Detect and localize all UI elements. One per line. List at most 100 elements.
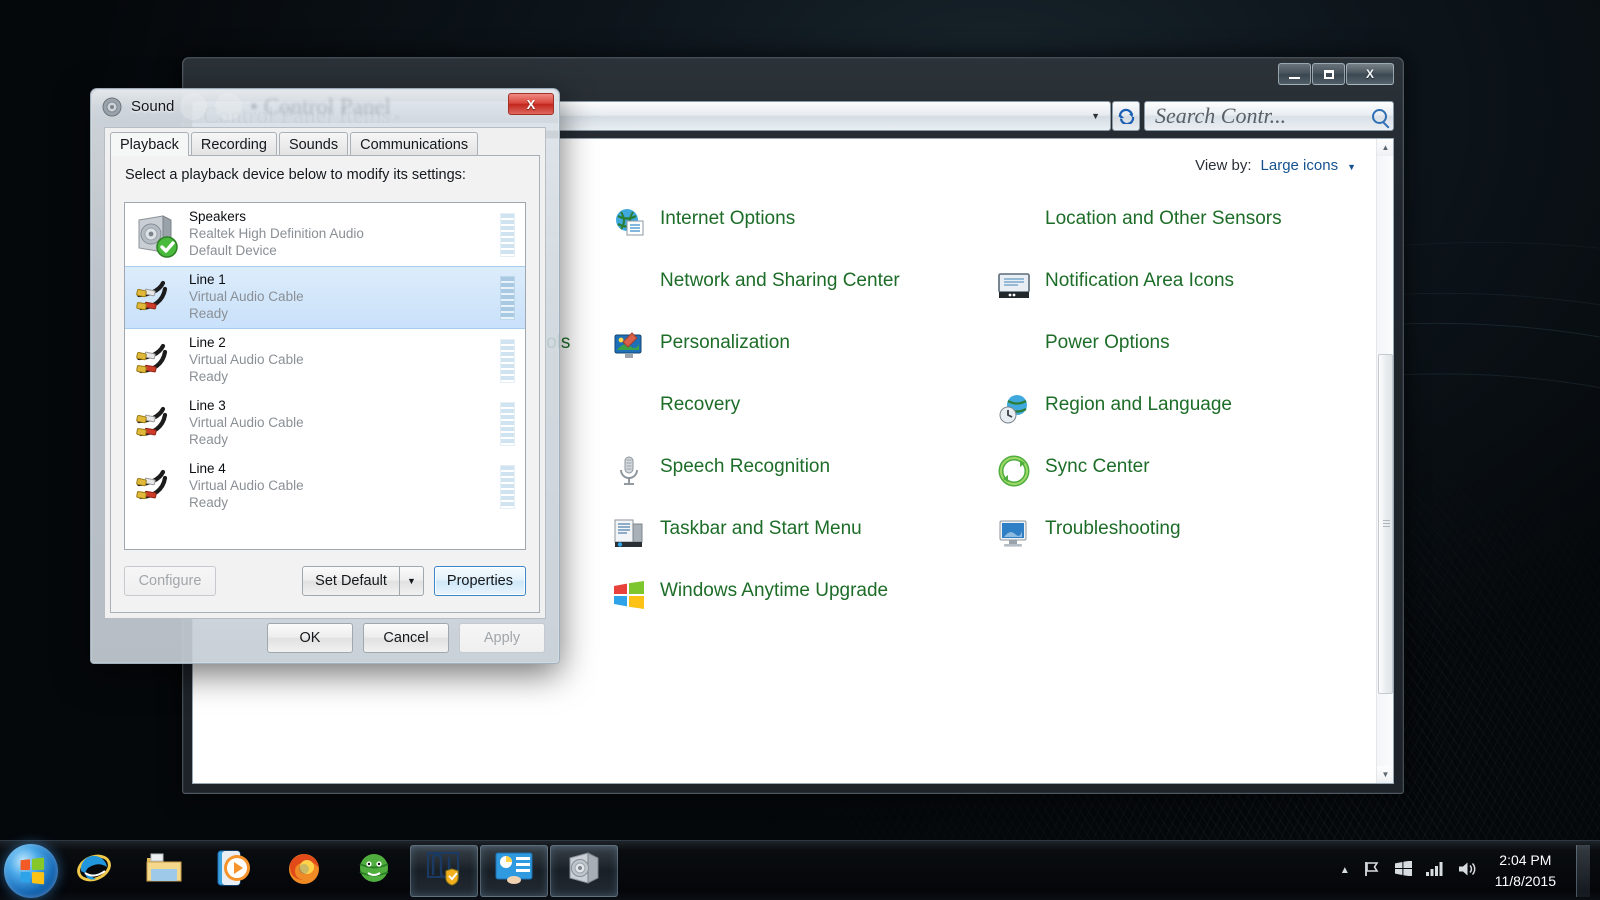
sound-dialog-title: Sound	[131, 98, 174, 115]
playback-device-row[interactable]: Line 3Virtual Audio CableReady	[125, 392, 525, 455]
chevron-down-icon[interactable]: ▼	[1347, 162, 1356, 172]
device-status: Ready	[189, 369, 500, 386]
device-status: Ready	[189, 306, 500, 323]
control-panel-item[interactable]: Recovery	[606, 381, 981, 443]
view-by-value[interactable]: Large icons	[1261, 157, 1339, 174]
search-value[interactable]: Search Contr...	[1155, 103, 1368, 129]
flag-icon[interactable]	[1364, 861, 1381, 881]
control-panel-item[interactable]: Sync Center	[991, 443, 1366, 505]
start-button[interactable]	[4, 844, 58, 898]
playback-device-row[interactable]: Line 4Virtual Audio CableReady	[125, 455, 525, 518]
device-driver: Virtual Audio Cable	[189, 478, 500, 495]
control-panel-item[interactable]: Taskbar and Start Menu	[606, 505, 981, 567]
device-text: Line 2Virtual Audio CableReady	[189, 335, 500, 386]
volume-meter	[500, 402, 515, 446]
set-default-dropdown-arrow-icon[interactable]: ▼	[400, 566, 424, 596]
control-panel-item-label: Personalization	[660, 328, 790, 354]
taskbar-button[interactable]	[340, 845, 408, 897]
chevron-down-icon[interactable]: ▼	[1085, 111, 1106, 121]
control-panel-item[interactable]: Speech Recognition	[606, 443, 981, 505]
firefox-icon[interactable]	[285, 849, 323, 892]
clock-time: 2:04 PM	[1495, 850, 1556, 870]
search-icon[interactable]	[1372, 109, 1387, 124]
control-panel-item-label: Region and Language	[1045, 390, 1232, 416]
tab-playback[interactable]: Playback	[110, 132, 189, 156]
taskbar-button[interactable]	[60, 845, 128, 897]
control-panel-item[interactable]: Troubleshooting	[991, 505, 1366, 567]
clock[interactable]: 2:04 PM 11/8/2015	[1491, 850, 1556, 891]
control-panel-item[interactable]: Region and Language	[991, 381, 1366, 443]
search-input[interactable]: Search Contr...	[1144, 101, 1394, 131]
taskbar-button[interactable]	[480, 845, 548, 897]
tab-recording[interactable]: Recording	[191, 132, 277, 156]
notification-area-icon	[997, 268, 1031, 302]
apply-button[interactable]: Apply	[459, 623, 545, 653]
view-by-control[interactable]: View by: Large icons ▼	[1195, 157, 1356, 174]
playback-device-row[interactable]: Line 1Virtual Audio CableReady	[125, 266, 525, 329]
volume-meter	[500, 276, 515, 320]
sound-dialog-titlebar[interactable]: Sound • Control Panel X	[92, 90, 558, 123]
sound-dialog[interactable]: Sound • Control Panel X PlaybackRecordin…	[90, 88, 560, 664]
taskbar[interactable]: ▲ 2:04 PM 11/8/2015	[0, 840, 1600, 900]
sound-dialog-icon[interactable]	[564, 850, 604, 891]
playback-device-row[interactable]: SpeakersRealtek High Definition AudioDef…	[125, 203, 525, 266]
cancel-button[interactable]: Cancel	[363, 623, 449, 653]
sound-dialog-close-button[interactable]: X	[508, 93, 554, 115]
signal-bars-icon[interactable]	[1426, 861, 1444, 880]
playback-device-list[interactable]: SpeakersRealtek High Definition AudioDef…	[124, 202, 526, 550]
speaker-icon	[102, 97, 122, 117]
control-panel-item[interactable]: Network and Sharing Center	[606, 257, 981, 319]
vertical-scrollbar[interactable]: ▲ ▼	[1376, 139, 1393, 783]
control-panel-item[interactable]: Notification Area Icons	[991, 257, 1366, 319]
system-tray[interactable]: ▲ 2:04 PM 11/8/2015	[1340, 845, 1600, 897]
taskbar-button[interactable]	[130, 845, 198, 897]
windows-anytime-upgrade-icon	[612, 578, 646, 612]
playback-device-row[interactable]: Line 2Virtual Audio CableReady	[125, 329, 525, 392]
tab-sounds[interactable]: Sounds	[279, 132, 348, 156]
taskbar-button[interactable]	[200, 845, 268, 897]
windows-logo-icon	[21, 857, 45, 884]
show-hidden-icons-button[interactable]: ▲	[1340, 865, 1350, 876]
control-panel-item-label: Power Options	[1045, 328, 1170, 354]
volume-icon[interactable]	[1458, 861, 1477, 881]
set-default-button[interactable]: Set Default	[302, 566, 400, 596]
device-status: Default Device	[189, 243, 500, 260]
properties-button[interactable]: Properties	[434, 566, 526, 596]
speaker-device-icon	[133, 212, 179, 258]
scroll-up-arrow-icon[interactable]: ▲	[1377, 139, 1394, 156]
region-language-icon	[997, 392, 1031, 426]
control-panel-item[interactable]: Location and Other Sensors	[991, 195, 1366, 257]
taskbar-button[interactable]	[550, 845, 618, 897]
taskbar-items	[58, 845, 618, 897]
configure-button[interactable]: Configure	[124, 566, 216, 596]
app-globe-icon[interactable]	[356, 850, 392, 891]
taskbar-button[interactable]	[410, 845, 478, 897]
control-panel-item[interactable]: Power Options	[991, 319, 1366, 381]
control-panel-icon[interactable]	[494, 851, 534, 890]
windows-media-player-icon[interactable]	[216, 849, 252, 892]
refresh-icon[interactable]	[1112, 101, 1140, 131]
show-desktop-button[interactable]	[1576, 845, 1590, 897]
device-text: Line 4Virtual Audio CableReady	[189, 461, 500, 512]
control-panel-item[interactable]: Internet Options	[606, 195, 981, 257]
control-panel-item[interactable]: Personalization	[606, 319, 981, 381]
minimize-button[interactable]	[1278, 63, 1311, 85]
internet-explorer-icon[interactable]	[75, 849, 113, 892]
rca-cable-icon	[133, 275, 179, 321]
taskbar-button[interactable]	[270, 845, 338, 897]
scroll-down-arrow-icon[interactable]: ▼	[1377, 766, 1394, 783]
ok-button[interactable]: OK	[267, 623, 353, 653]
virtual-audio-cable-icon[interactable]	[424, 849, 464, 892]
scrollbar-thumb[interactable]	[1378, 354, 1393, 694]
maximize-button[interactable]	[1312, 63, 1345, 85]
close-button[interactable]: X	[1346, 63, 1394, 85]
device-text: SpeakersRealtek High Definition AudioDef…	[189, 209, 500, 260]
clock-date: 11/8/2015	[1495, 871, 1556, 891]
windows-flag-icon[interactable]	[1395, 861, 1412, 880]
windows-explorer-icon[interactable]	[145, 851, 183, 890]
control-panel-item[interactable]: Windows Anytime Upgrade	[606, 567, 981, 629]
device-text: Line 3Virtual Audio CableReady	[189, 398, 500, 449]
tab-communications[interactable]: Communications	[350, 132, 478, 156]
sound-dialog-footer: OK Cancel Apply	[267, 623, 545, 653]
rca-cable-icon	[133, 338, 179, 384]
